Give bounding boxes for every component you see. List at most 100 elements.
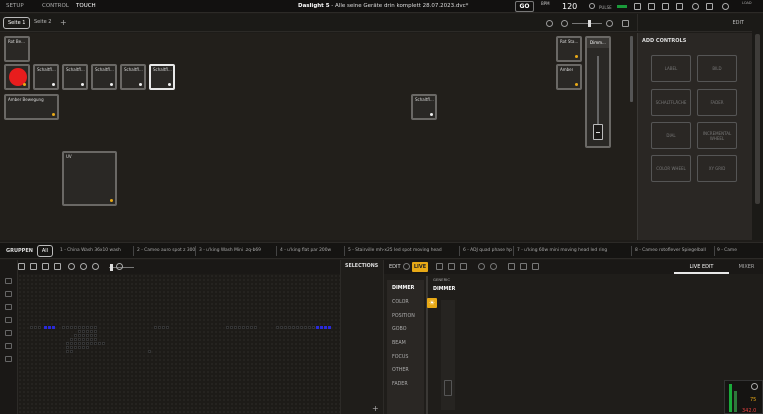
zoom-slider[interactable] <box>572 23 602 24</box>
fixture-cell[interactable] <box>90 326 93 329</box>
fixture-cell[interactable] <box>86 326 89 329</box>
add-label-control[interactable]: LABEL <box>651 55 691 82</box>
align-tool-icon[interactable] <box>5 291 12 297</box>
fixture-cell[interactable] <box>166 326 169 329</box>
grid-view-icon[interactable] <box>42 263 49 270</box>
fixture-cell[interactable] <box>90 330 93 333</box>
group-all[interactable]: All <box>37 245 53 257</box>
group-item[interactable]: 2 - Cameo auro spot z 300 <box>137 248 195 253</box>
fixture-cell[interactable] <box>90 338 93 341</box>
add-dial-control[interactable]: DIAL <box>651 122 691 149</box>
dimmer-fader[interactable]: Dimm... <box>585 36 611 148</box>
button-schaltflaeche-6[interactable]: Schaltfl... <box>411 94 437 120</box>
category-beam[interactable]: BEAM <box>392 341 406 346</box>
fader-knob[interactable] <box>593 124 603 140</box>
fixture-cell[interactable] <box>312 326 315 329</box>
bpm-value[interactable]: 120 <box>562 2 577 11</box>
edit-mode-label[interactable]: EDIT <box>389 264 401 270</box>
settings-icon[interactable] <box>68 263 75 270</box>
fixture-cell[interactable] <box>98 342 101 345</box>
fixture-cell[interactable] <box>78 346 81 349</box>
fixture-cell[interactable] <box>78 342 81 345</box>
live-button[interactable]: LIVE <box>412 262 428 272</box>
menu-control[interactable]: CONTROL <box>42 3 69 9</box>
power-icon[interactable] <box>722 3 729 10</box>
fixture-cell[interactable] <box>78 326 81 329</box>
add-button-control[interactable]: SCHALTFLÄCHE <box>651 89 691 116</box>
add-xy-grid-control[interactable]: XY GRID <box>697 155 737 182</box>
fixture-cell[interactable] <box>238 326 241 329</box>
import-icon[interactable] <box>520 263 527 270</box>
category-dimmer[interactable]: DIMMER <box>392 286 414 291</box>
select-tool-icon[interactable] <box>5 278 12 284</box>
fixture-cell[interactable] <box>308 326 311 329</box>
fixture-cell[interactable] <box>158 326 161 329</box>
grid-zoom-knob[interactable] <box>110 264 113 271</box>
notification-icon[interactable] <box>706 3 713 10</box>
fixture-cell[interactable] <box>254 326 257 329</box>
pulse-icon[interactable] <box>589 3 595 9</box>
fixture-cell[interactable] <box>148 350 151 353</box>
fixture-cell[interactable] <box>86 338 89 341</box>
category-color[interactable]: COLOR <box>392 300 409 305</box>
eye-icon[interactable] <box>403 263 410 270</box>
fixture-cell[interactable] <box>74 338 77 341</box>
export-icon[interactable] <box>508 263 515 270</box>
fixture-cell[interactable] <box>90 342 93 345</box>
menu-touch[interactable]: TOUCH <box>76 3 96 9</box>
fixture-cell[interactable] <box>246 326 249 329</box>
zoom-slider-knob[interactable] <box>588 20 591 27</box>
fixture-cell[interactable] <box>276 326 279 329</box>
button-schaltflaeche-4[interactable]: Schaltfl... <box>120 64 146 90</box>
right-scrollbar[interactable] <box>752 14 763 240</box>
zoom-out-icon[interactable] <box>561 20 568 27</box>
fixture-cell[interactable] <box>320 326 323 329</box>
fixture-cell[interactable] <box>38 326 41 329</box>
add-page-button[interactable]: + <box>60 18 67 27</box>
sun-icon[interactable]: ☀ <box>427 298 437 308</box>
network-icon[interactable] <box>676 3 683 10</box>
fixture-cell[interactable] <box>62 326 65 329</box>
fixture-cell[interactable] <box>82 338 85 341</box>
fixture-cell[interactable] <box>284 326 287 329</box>
fixture-cell[interactable] <box>94 330 97 333</box>
fixture-view-icon[interactable] <box>54 263 61 270</box>
fixture-cell[interactable] <box>296 326 299 329</box>
add-incremental-wheel-control[interactable]: INCREMENTAL WHEEL <box>697 122 737 149</box>
fixture-cell[interactable] <box>280 326 283 329</box>
fixture-cell[interactable] <box>82 326 85 329</box>
add-fader-control[interactable]: FADER <box>697 89 737 116</box>
fixture-cell[interactable] <box>74 334 77 337</box>
fixture-cell[interactable] <box>30 326 33 329</box>
fixture-cell[interactable] <box>78 334 81 337</box>
fixture-cell[interactable] <box>82 330 85 333</box>
fixture-cell[interactable] <box>90 334 93 337</box>
audio-icon[interactable] <box>751 383 758 390</box>
fixture-cell[interactable] <box>242 326 245 329</box>
reset-icon[interactable] <box>80 263 87 270</box>
odd-even-icon[interactable] <box>5 304 12 310</box>
button-rot-sta[interactable]: Rot Sta... <box>556 36 582 62</box>
category-gobo[interactable]: GOBO <box>392 327 406 332</box>
fixture-cell[interactable] <box>86 342 89 345</box>
zoom-out-icon[interactable] <box>92 263 99 270</box>
fixture-cell[interactable] <box>94 334 97 337</box>
settings-icon[interactable] <box>546 20 553 27</box>
fixture-cell[interactable] <box>316 326 319 329</box>
button-schaltflaeche-2[interactable]: Schaltfl... <box>62 64 88 90</box>
fixture-cell[interactable] <box>250 326 253 329</box>
fixture-cell[interactable] <box>82 346 85 349</box>
fixture-cell[interactable] <box>78 338 81 341</box>
menu-setup[interactable]: SETUP <box>6 3 24 9</box>
zoom-in-icon[interactable] <box>116 263 123 270</box>
tab-live-edit[interactable]: LIVE EDIT <box>674 260 729 274</box>
group-item[interactable]: 4 - u'king flat par 200w <box>280 248 331 253</box>
record-button[interactable] <box>4 64 30 90</box>
fixture-cell[interactable] <box>226 326 229 329</box>
edit-toggle[interactable]: EDIT <box>637 14 752 32</box>
fixture-cell[interactable] <box>70 342 73 345</box>
mirror-icon[interactable] <box>5 330 12 336</box>
fixture-grid[interactable] <box>18 274 340 414</box>
fixture-cell[interactable] <box>94 338 97 341</box>
fixture-cell[interactable] <box>102 342 105 345</box>
